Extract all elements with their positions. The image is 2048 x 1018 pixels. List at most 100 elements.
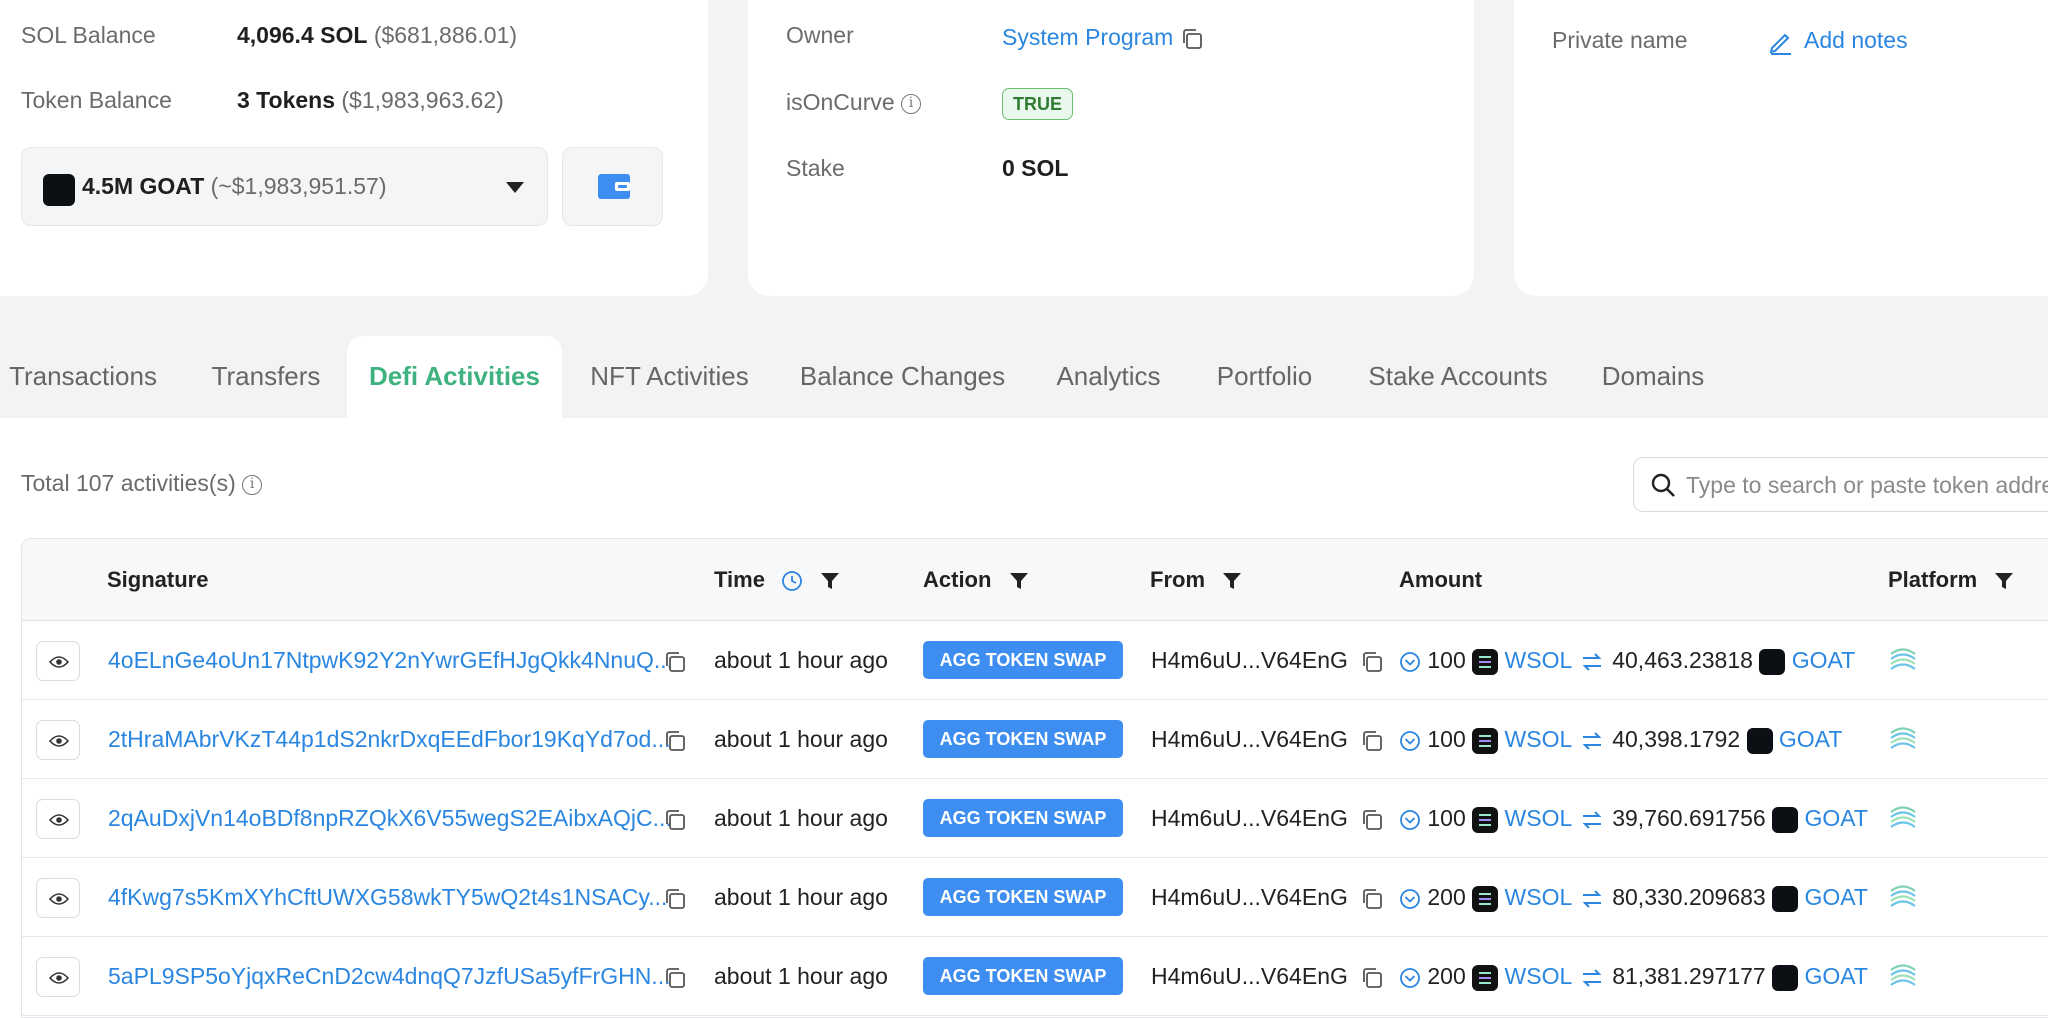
token-in-link[interactable]: WSOL — [1505, 963, 1572, 989]
token-out-link[interactable]: GOAT — [1805, 963, 1868, 989]
token-search-input[interactable] — [1686, 470, 2048, 500]
platform-icon[interactable] — [1888, 803, 1918, 833]
token-balance-value: 3 Tokens ($1,983,963.62) — [237, 87, 504, 114]
owner-link[interactable]: System Program — [1002, 24, 1173, 50]
from-address-link[interactable]: H4m6uU...V64EnG — [1151, 884, 1348, 910]
amount-out: 39,760.691756 — [1612, 805, 1766, 831]
filter-icon[interactable] — [1008, 570, 1030, 592]
tab-transfers[interactable]: Transfers — [200, 336, 332, 418]
signature-link[interactable]: 2qAuDxjVn14oBDf8npRZQkX6V55wegS2EAibxAQj… — [108, 779, 672, 858]
is-on-curve-badge: TRUE — [1002, 88, 1073, 120]
from-address-link[interactable]: H4m6uU...V64EnG — [1151, 647, 1348, 673]
view-details-button[interactable] — [36, 799, 80, 839]
token-search-box[interactable] — [1633, 457, 2048, 512]
copy-signature-button[interactable] — [663, 621, 687, 700]
chevron-down-circle-icon[interactable] — [1399, 730, 1421, 752]
tab-portfolio[interactable]: Portfolio — [1207, 336, 1322, 418]
from-address: H4m6uU...V64EnG — [1151, 621, 1384, 700]
info-icon[interactable]: i — [242, 474, 263, 495]
signature-link[interactable]: 5aPL9SP5oYjqxReCnD2cw4dnqQ7JzfUSa5yfFrGH… — [108, 937, 670, 1016]
copy-icon[interactable] — [1360, 650, 1384, 674]
token-out-link[interactable]: GOAT — [1805, 884, 1868, 910]
signature-link[interactable]: 2tHraMAbrVKzT44p1dS2nkrDxqEEdFbor19KqYd7… — [108, 700, 671, 779]
from-address-link[interactable]: H4m6uU...V64EnG — [1151, 726, 1348, 752]
stake-label: Stake — [786, 155, 845, 181]
goat-token-icon — [1746, 727, 1773, 754]
swap-arrows-icon — [1582, 969, 1602, 987]
copy-icon — [666, 889, 685, 909]
column-time: Time — [714, 539, 841, 621]
token-in-link[interactable]: WSOL — [1505, 647, 1572, 673]
owner-value: System Program — [1002, 24, 1204, 51]
amount-in: 100 — [1427, 647, 1466, 673]
filter-icon[interactable] — [1221, 570, 1243, 592]
view-details-button[interactable] — [36, 720, 80, 760]
token-select-dropdown[interactable]: 4.5M GOAT (~$1,983,951.57) — [21, 147, 548, 226]
view-details-button[interactable] — [36, 641, 80, 681]
tab-nft-activities[interactable]: NFT Activities — [577, 336, 762, 418]
copy-signature-button[interactable] — [663, 937, 687, 1016]
is-on-curve-label: isOnCurve i — [786, 89, 922, 116]
view-details-button[interactable] — [36, 957, 80, 997]
column-time-label: Time — [714, 567, 765, 592]
eye-icon — [49, 735, 69, 747]
amount-in: 200 — [1427, 963, 1466, 989]
copy-icon[interactable] — [1360, 966, 1384, 990]
activities-table: Signature Time Action From Amount Platfo… — [21, 538, 2048, 1018]
swap-arrows-icon — [1582, 732, 1602, 750]
filter-icon[interactable] — [1993, 570, 2015, 592]
token-in-link[interactable]: WSOL — [1505, 805, 1572, 831]
from-address: H4m6uU...V64EnG — [1151, 779, 1384, 858]
more-info-card: Owner System Program isOnCurve i TRUE St… — [748, 0, 1474, 296]
platform-icon[interactable] — [1888, 724, 1918, 754]
from-address-link[interactable]: H4m6uU...V64EnG — [1151, 805, 1348, 831]
amount-out: 40,463.23818 — [1612, 647, 1753, 673]
copy-icon — [666, 968, 685, 988]
sol-balance-value: 4,096.4 SOL ($681,886.01) — [237, 22, 517, 49]
tab-transactions[interactable]: Transactions — [0, 336, 166, 418]
copy-icon[interactable] — [1360, 887, 1384, 911]
copy-signature-button[interactable] — [663, 779, 687, 858]
column-from: From — [1150, 539, 1243, 621]
pencil-icon — [1769, 33, 1791, 55]
token-out-link[interactable]: GOAT — [1779, 726, 1842, 752]
signature-link[interactable]: 4fKwg7s5KmXYhCftUWXG58wkTY5wQ2t4s1NSACy.… — [108, 858, 667, 937]
filter-icon[interactable] — [819, 570, 841, 592]
copy-icon[interactable] — [1360, 729, 1384, 753]
platform-icon[interactable] — [1888, 882, 1918, 912]
wallet-button[interactable] — [562, 147, 663, 226]
tab-analytics[interactable]: Analytics — [1046, 336, 1171, 418]
action-badge: AGG TOKEN SWAP — [923, 957, 1123, 995]
token-out-link[interactable]: GOAT — [1792, 647, 1855, 673]
wsol-token-icon — [1472, 806, 1499, 833]
goat-token-icon — [1772, 806, 1799, 833]
token-out-link[interactable]: GOAT — [1805, 805, 1868, 831]
token-in-link[interactable]: WSOL — [1505, 726, 1572, 752]
sol-balance-amount: 4,096.4 SOL — [237, 22, 368, 48]
add-notes-button[interactable]: Add notes — [1768, 27, 1908, 55]
platform-icon[interactable] — [1888, 645, 1918, 675]
platform-icon[interactable] — [1888, 961, 1918, 991]
token-in-link[interactable]: WSOL — [1505, 884, 1572, 910]
copy-icon[interactable] — [1180, 27, 1204, 51]
tab-balance-changes[interactable]: Balance Changes — [795, 336, 1010, 418]
copy-signature-button[interactable] — [663, 858, 687, 937]
tab-bar: Transactions Transfers Defi Activities N… — [0, 336, 2048, 418]
from-address-link[interactable]: H4m6uU...V64EnG — [1151, 963, 1348, 989]
column-action: Action — [923, 539, 1030, 621]
chevron-down-circle-icon[interactable] — [1399, 651, 1421, 673]
tab-domains[interactable]: Domains — [1592, 336, 1714, 418]
view-details-button[interactable] — [36, 878, 80, 918]
chevron-down-circle-icon[interactable] — [1399, 967, 1421, 989]
copy-icon[interactable] — [1360, 808, 1384, 832]
copy-icon — [666, 810, 685, 830]
copy-signature-button[interactable] — [663, 700, 687, 779]
clock-icon[interactable] — [781, 570, 803, 592]
info-icon[interactable]: i — [901, 93, 922, 114]
token-balance-count: 3 Tokens — [237, 87, 335, 113]
signature-link[interactable]: 4oELnGe4oUn17NtpwK92Y2nYwrGEfHJgQkk4NnuQ… — [108, 621, 673, 700]
tab-stake-accounts[interactable]: Stake Accounts — [1360, 336, 1556, 418]
tab-defi-activities[interactable]: Defi Activities — [347, 336, 562, 418]
chevron-down-circle-icon[interactable] — [1399, 809, 1421, 831]
chevron-down-circle-icon[interactable] — [1399, 888, 1421, 910]
